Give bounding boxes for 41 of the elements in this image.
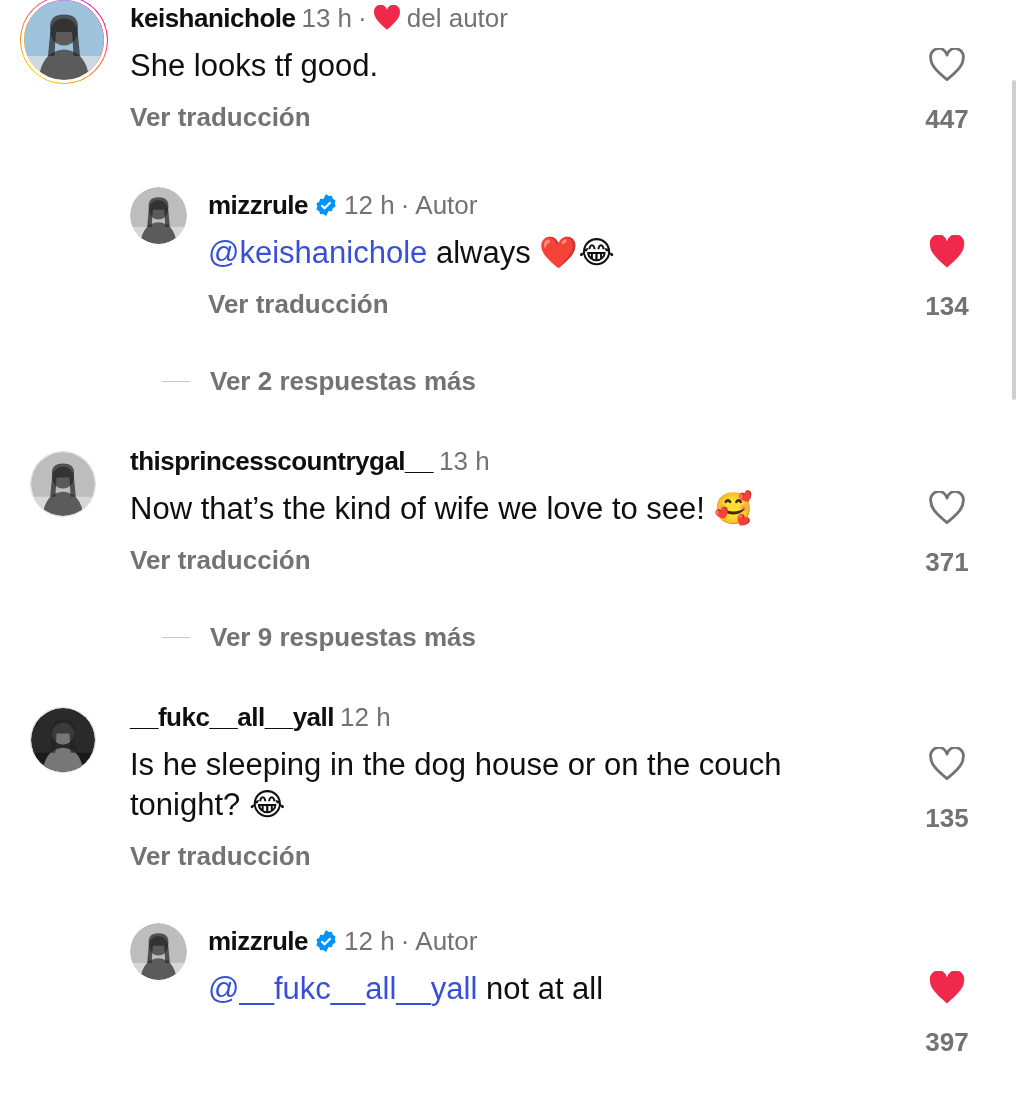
comment-text: Now that’s the kind of wife we love to see! 🥰 [130, 489, 754, 528]
scrollbar[interactable] [1012, 80, 1016, 400]
view-more-replies-link[interactable]: Ver 9 respuestas más [210, 622, 476, 653]
comment-text: @keishanichole always ❤😂 [208, 234, 616, 272]
like-count: 397 [925, 1027, 969, 1058]
see-translation-link[interactable]: Ver traducción [130, 545, 892, 575]
like-heart-icon[interactable] [928, 491, 966, 525]
separator-dot: · [358, 2, 367, 34]
separator-dot: · [400, 925, 410, 957]
liked-by-author-label: del autor [406, 2, 508, 34]
like-count: 371 [925, 547, 969, 578]
comment-time: 12 h [340, 701, 391, 733]
heart-icon [372, 5, 401, 31]
comment-time: 12 h [344, 189, 395, 221]
mention-link[interactable]: @__fukc__all__yall [208, 971, 478, 1006]
comment-time: 13 h [439, 445, 490, 477]
see-translation-link[interactable]: Ver traducción [130, 102, 892, 132]
username-link[interactable]: __fukc__all__yall [130, 701, 334, 733]
author-label: Autor [415, 925, 478, 957]
comment-text: She looks tf good. [130, 47, 380, 85]
separator-dot: · [400, 189, 410, 221]
like-heart-icon[interactable] [928, 235, 966, 269]
username-link[interactable]: thisprincesscountrygal__ [130, 445, 433, 477]
like-count: 134 [925, 291, 969, 322]
like-count: 135 [925, 803, 969, 834]
comment-text: @__fukc__all__yall not at all [208, 970, 605, 1008]
username-link[interactable]: mizzrule [208, 189, 309, 221]
author-label: Autor [415, 189, 478, 221]
see-translation-link[interactable]: Ver traducción [208, 289, 892, 319]
comment-text: Is he sleeping in the dog house or on the couch tonight? 😂 [130, 746, 783, 824]
comment-time: 13 h [301, 2, 353, 34]
like-count: 447 [925, 104, 969, 135]
like-heart-icon[interactable] [928, 48, 966, 82]
view-more-replies-link[interactable]: Ver 2 respuestas más [210, 366, 476, 397]
comment-time: 12 h [344, 925, 395, 957]
mention-link[interactable]: @keishanichole [208, 235, 428, 270]
see-translation-link[interactable]: Ver traducción [130, 841, 892, 871]
like-heart-icon[interactable] [928, 971, 966, 1005]
username-link[interactable]: keishanichole [130, 2, 296, 34]
like-heart-icon[interactable] [928, 747, 966, 781]
username-link[interactable]: mizzrule [208, 925, 309, 957]
